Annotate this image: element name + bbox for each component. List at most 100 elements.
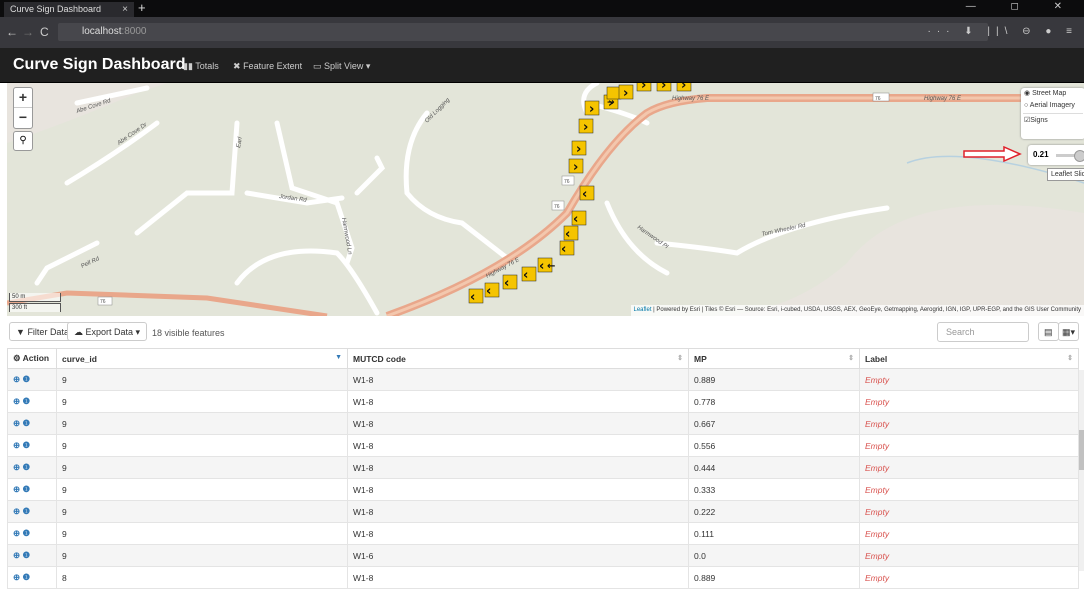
table-row[interactable]: ⊕ ❶8W1-80.889Empty [8, 567, 1079, 589]
table-row[interactable]: ⊕ ❶9W1-80.222Empty [8, 501, 1079, 523]
cell-mutcd: W1-8 [348, 523, 689, 545]
svg-text:›: › [641, 83, 646, 93]
svg-text:›: › [681, 83, 686, 93]
layer-signs[interactable]: ☑Signs [1021, 115, 1084, 127]
scale-imperial: 300 ft [9, 303, 61, 312]
header-action-label: ⚙ Action [13, 353, 49, 363]
zoom-control: + − [13, 87, 33, 129]
header-action[interactable]: ⚙ Action [8, 349, 57, 369]
table-row[interactable]: ⊕ ❶9W1-80.889Empty [8, 369, 1079, 391]
layer-aerial-imagery[interactable]: ○ Aerial Imagery [1021, 100, 1084, 112]
visible-features-count: 18 visible features [152, 328, 225, 338]
row-actions[interactable]: ⊕ ❶ [8, 457, 57, 479]
svg-text:‹: ‹ [523, 268, 528, 283]
reload-button[interactable]: C [40, 25, 49, 39]
table-row[interactable]: ⊕ ❶9W1-80.444Empty [8, 457, 1079, 479]
cell-label[interactable]: Empty [860, 413, 1079, 435]
opacity-slider[interactable]: 0.21 [1028, 145, 1084, 165]
row-actions[interactable]: ⊕ ❶ [8, 369, 57, 391]
layer-street-map[interactable]: ◉ Street Map [1021, 88, 1084, 100]
browser-tab[interactable]: Curve Sign Dashboard × [4, 2, 134, 17]
layer-divider [1023, 113, 1083, 114]
header-label[interactable]: Label⇕ [860, 349, 1079, 369]
cloud-icon: ☁ [74, 327, 83, 337]
cell-mutcd: W1-8 [348, 479, 689, 501]
slider-handle[interactable] [1074, 150, 1084, 162]
row-actions[interactable]: ⊕ ❶ [8, 479, 57, 501]
funnel-icon: ▼ [16, 327, 25, 337]
svg-text:←: ← [547, 261, 555, 272]
table-scrollbar[interactable] [1079, 370, 1084, 571]
menu-totals[interactable]: ▮▮ Totals [183, 61, 219, 72]
attribution-text: | Powered by Esri | Tiles © Esri — Sourc… [652, 307, 1081, 313]
svg-text:›: › [661, 83, 666, 93]
filter-data-button[interactable]: ▼ Filter Data [9, 322, 76, 341]
zoom-out-button[interactable]: − [14, 108, 32, 127]
cell-label[interactable]: Empty [860, 369, 1079, 391]
menu-split-view-label: Split View ▾ [324, 61, 370, 71]
table-row[interactable]: ⊕ ❶9W1-80.111Empty [8, 523, 1079, 545]
header-mutcd[interactable]: MUTCD code⇕ [348, 349, 689, 369]
url-port: :8000 [121, 26, 146, 37]
menu-split-view[interactable]: ▭ Split View ▾ [313, 61, 370, 72]
url-field[interactable]: localhost:8000 [58, 23, 988, 41]
table-search-input[interactable]: Search [937, 322, 1029, 342]
window-controls[interactable]: — ◻ ✕ [966, 1, 1078, 12]
browser-toolbar-icons[interactable]: ··· ⬇ ||\ ⊖ ● ≡ [928, 26, 1079, 37]
radio-unchecked-icon[interactable]: ○ [1024, 102, 1028, 109]
cell-label[interactable]: Empty [860, 567, 1079, 589]
header-mp-label: MP [694, 354, 707, 364]
cell-curve-id: 9 [57, 523, 348, 545]
row-actions[interactable]: ⊕ ❶ [8, 523, 57, 545]
sort-desc-icon: ▼ [335, 354, 342, 361]
row-actions[interactable]: ⊕ ❶ [8, 567, 57, 589]
zoom-in-button[interactable]: + [14, 88, 32, 108]
cell-curve-id: 9 [57, 435, 348, 457]
leaflet-link[interactable]: Leaflet [634, 307, 652, 313]
radio-checked-icon[interactable]: ◉ [1024, 90, 1030, 97]
row-actions[interactable]: ⊕ ❶ [8, 501, 57, 523]
table-row[interactable]: ⊕ ❶9W1-80.556Empty [8, 435, 1079, 457]
table-view-button[interactable]: ▤ [1038, 322, 1059, 341]
table-row[interactable]: ⊕ ❶9W1-60.0Empty [8, 545, 1079, 567]
table-header-row: ⚙ Action curve_id▼ MUTCD code⇕ MP⇕ Label… [8, 349, 1079, 369]
cell-label[interactable]: Empty [860, 479, 1079, 501]
cell-label[interactable]: Empty [860, 501, 1079, 523]
row-actions[interactable]: ⊕ ❶ [8, 413, 57, 435]
cell-mutcd: W1-8 [348, 567, 689, 589]
row-actions[interactable]: ⊕ ❶ [8, 435, 57, 457]
header-curve-id[interactable]: curve_id▼ [57, 349, 348, 369]
cell-label[interactable]: Empty [860, 391, 1079, 413]
table-row[interactable]: ⊕ ❶9W1-80.333Empty [8, 479, 1079, 501]
columns-button[interactable]: ▦▾ [1058, 322, 1079, 341]
menu-feature-extent[interactable]: ✖ Feature Extent [233, 61, 302, 72]
row-actions[interactable]: ⊕ ❶ [8, 545, 57, 567]
cell-label[interactable]: Empty [860, 545, 1079, 567]
header-mp[interactable]: MP⇕ [689, 349, 860, 369]
svg-text:‹: ‹ [486, 284, 491, 299]
slider-value: 0.21 [1033, 150, 1049, 159]
row-actions[interactable]: ⊕ ❶ [8, 391, 57, 413]
cell-curve-id: 9 [57, 413, 348, 435]
map-tiles: Abe Cove Rd Abe Cove Dr Earl Old Logging… [7, 83, 1084, 316]
scrollbar-thumb[interactable] [1079, 430, 1084, 470]
scale-bar: 50 m 300 ft [9, 293, 61, 313]
back-button[interactable]: ← [6, 25, 18, 39]
close-tab-icon[interactable]: × [122, 2, 128, 17]
layer-control: ◉ Street Map ○ Aerial Imagery ☑Signs [1021, 88, 1084, 139]
table-row[interactable]: ⊕ ❶9W1-80.667Empty [8, 413, 1079, 435]
export-data-button[interactable]: ☁ Export Data ▾ [67, 322, 147, 341]
export-data-label: Export Data ▾ [86, 327, 141, 337]
cell-label[interactable]: Empty [860, 457, 1079, 479]
cell-label[interactable]: Empty [860, 523, 1079, 545]
map-view[interactable]: Abe Cove Rd Abe Cove Dr Earl Old Logging… [7, 83, 1084, 316]
cell-mp: 0.889 [689, 369, 860, 391]
table-row[interactable]: ⊕ ❶9W1-80.778Empty [8, 391, 1079, 413]
table-icon: ▤ [1044, 327, 1053, 337]
forward-button[interactable]: → [22, 25, 34, 39]
app-title[interactable]: Curve Sign Dashboard [13, 56, 185, 74]
svg-text:›: › [576, 142, 581, 157]
cell-label[interactable]: Empty [860, 435, 1079, 457]
new-tab-button[interactable]: + [138, 0, 146, 16]
map-search-button[interactable]: ⚲ [13, 131, 33, 151]
